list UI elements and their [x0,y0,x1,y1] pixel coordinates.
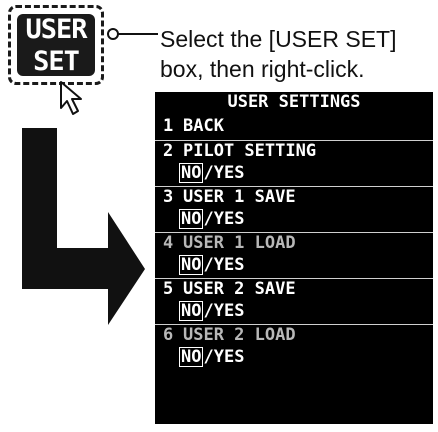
option-yes[interactable]: YES [214,255,245,275]
menu-item-label: USER 1 LOAD [183,233,296,253]
option-separator: / [203,347,214,367]
option-yes[interactable]: YES [214,209,245,229]
menu-item-back[interactable]: 1 BACK [155,116,433,138]
menu-item-number: 1 [163,116,174,136]
option-separator: / [203,209,214,229]
no-yes-selector[interactable]: NO/YES [179,209,244,229]
menu-item-number: 4 [163,233,174,253]
menu-item-label: PILOT SETTING [183,141,317,161]
option-no-selected[interactable]: NO [179,163,204,183]
menu-item-pilot-setting[interactable]: 2 PILOT SETTING NO/YES [155,140,433,185]
no-yes-selector[interactable]: NO/YES [179,163,244,183]
user-settings-menu: USER SETTINGS 1 BACK 2 PILOT SETTING NO /… [155,92,433,424]
menu-item-user2-save[interactable]: 5 USER 2 SAVE NO/YES [155,278,433,323]
option-yes[interactable]: YES [214,347,245,367]
option-no-selected[interactable]: NO [179,301,204,321]
menu-item-label: USER 2 SAVE [183,279,296,299]
no-yes-selector[interactable]: NO/YES [179,255,244,275]
no-yes-selector[interactable]: NO/YES [179,301,244,321]
option-separator: / [203,301,214,321]
menu-title: USER SETTINGS [227,92,361,112]
option-yes[interactable]: YES [214,163,245,183]
option-no-selected[interactable]: NO [179,255,204,275]
option-no-selected[interactable]: NO [179,209,204,229]
menu-item-label: USER 2 LOAD [183,325,296,345]
menu-item-label: USER 1 SAVE [183,187,296,207]
menu-item-number: 2 [163,141,174,161]
menu-item-label: BACK [183,116,224,136]
menu-item-user1-load[interactable]: 4 USER 1 LOAD NO/YES [155,232,433,277]
option-yes[interactable]: YES [214,301,245,321]
menu-item-user2-load[interactable]: 6 USER 2 LOAD NO/YES [155,324,433,369]
option-separator: / [203,163,214,183]
no-yes-selector[interactable]: NO/YES [179,347,244,367]
option-separator: / [203,255,214,275]
menu-item-user1-save[interactable]: 3 USER 1 SAVE NO/YES [155,186,433,231]
menu-item-number: 6 [163,325,174,345]
menu-item-number: 3 [163,187,174,207]
menu-item-number: 5 [163,279,174,299]
option-no-selected[interactable]: NO [179,347,204,367]
